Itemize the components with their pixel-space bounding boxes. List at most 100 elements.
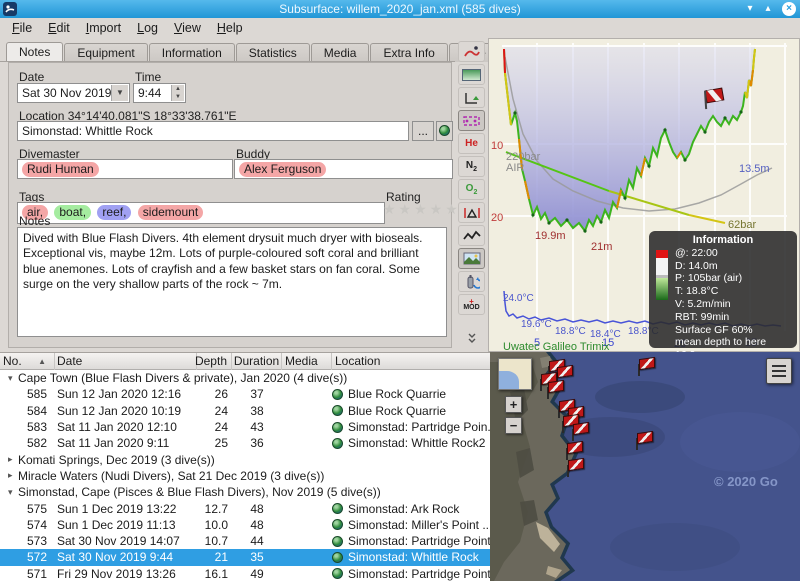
rating-stars[interactable]: ★★★★★ xyxy=(383,201,461,218)
tab-information[interactable]: Information xyxy=(149,43,235,62)
location-text: Simonstad: Partridge Point xyxy=(348,567,490,581)
dc-ceiling-icon[interactable] xyxy=(458,110,485,131)
location-input[interactable]: Simonstad: Whittle Rock xyxy=(17,121,409,141)
location-globe-icon xyxy=(332,405,343,416)
tab-equipment[interactable]: Equipment xyxy=(64,43,147,62)
notes-label: Notes xyxy=(19,214,50,228)
collapse-toolbar-icon[interactable] xyxy=(458,327,485,348)
time-spinbox[interactable]: 9:44 ▲▼ xyxy=(133,83,186,103)
title-bar[interactable]: Subsurface: willem_2020_jan.xml (585 div… xyxy=(0,0,800,18)
dive-row[interactable]: 573Sat 30 Nov 2019 14:0710.744Simonstad:… xyxy=(0,533,490,549)
menu-edit[interactable]: Edit xyxy=(40,19,78,37)
dive-flag-icon[interactable] xyxy=(565,459,585,477)
dive-row[interactable]: 575Sun 1 Dec 2019 13:2212.748Simonstad: … xyxy=(0,500,490,516)
toggle-o2-icon[interactable]: O2 xyxy=(458,179,485,200)
collapse-icon[interactable]: ▾ xyxy=(8,373,18,384)
date-combobox[interactable]: Sat 30 Nov 2019 ▼ xyxy=(17,83,130,103)
information-tooltip[interactable]: Information @: 22:00D: 14.0mP: 105bar (a… xyxy=(649,231,797,348)
toggle-n2-icon[interactable]: N2 xyxy=(458,156,485,177)
tag-chip-boat: boat xyxy=(54,205,91,220)
dive-mode-icon[interactable] xyxy=(458,41,485,62)
dive-flag-icon[interactable] xyxy=(570,423,590,441)
column-no[interactable]: No. ▲ xyxy=(0,353,55,370)
dive-flag-icon[interactable] xyxy=(545,381,565,399)
location-text: Blue Rock Quarrie xyxy=(348,404,446,418)
map-menu-button[interactable] xyxy=(766,358,792,384)
column-duration[interactable]: Duration xyxy=(232,353,282,370)
tags-input[interactable]: air boat reef sidemount xyxy=(17,202,385,224)
spinner-arrows-icon[interactable]: ▲▼ xyxy=(171,85,184,101)
expand-icon[interactable]: ▸ xyxy=(8,470,18,481)
notes-form: Date Sat 30 Nov 2019 ▼ Time 9:44 ▲▼ Loca… xyxy=(8,62,452,348)
dive-row[interactable]: 584Sun 12 Jan 2020 10:192438Blue Rock Qu… xyxy=(0,403,490,419)
sort-ascending-icon: ▲ xyxy=(38,357,46,366)
dive-row[interactable]: 585Sun 12 Jan 2020 12:162637Blue Rock Qu… xyxy=(0,386,490,402)
column-date[interactable]: Date xyxy=(55,353,197,370)
photos-toggle-icon[interactable] xyxy=(458,248,485,269)
tab-statistics[interactable]: Statistics xyxy=(236,43,310,62)
chevron-down-icon[interactable]: ▼ xyxy=(111,85,128,101)
heart-rate-icon[interactable] xyxy=(458,225,485,246)
dive-row[interactable]: 572Sat 30 Nov 2019 9:442135Simonstad: Wh… xyxy=(0,549,490,565)
shading-toggle-icon[interactable] xyxy=(458,64,485,85)
column-media[interactable]: Media xyxy=(282,353,332,370)
column-location[interactable]: Location xyxy=(332,353,490,370)
tab-extra-info[interactable]: Extra Info xyxy=(370,43,447,62)
location-globe-icon xyxy=(332,519,343,530)
dive-flag-icon[interactable] xyxy=(636,358,656,376)
depth-label-2: 21m xyxy=(591,241,612,253)
trip-row[interactable]: ▾Simonstad, Cape (Pisces & Blue Flash Di… xyxy=(0,484,490,500)
menu-help[interactable]: Help xyxy=(209,19,251,37)
dive-row[interactable]: 574Sun 1 Dec 2019 11:1310.048Simonstad: … xyxy=(0,517,490,533)
map-copyright: © 2020 Go xyxy=(714,474,778,489)
dive-row[interactable]: 583Sat 11 Jan 2020 12:102443Simonstad: P… xyxy=(0,419,490,435)
location-more-button[interactable]: ... xyxy=(412,121,434,141)
menu-view[interactable]: View xyxy=(166,19,209,37)
menu-file[interactable]: File xyxy=(4,19,40,37)
tab-notes[interactable]: Notes xyxy=(6,42,63,62)
dive-row[interactable]: 571Fri 29 Nov 2019 13:2616.149Simonstad:… xyxy=(0,566,490,581)
column-depth[interactable]: Depth xyxy=(197,353,232,370)
map-zoom-in-button[interactable]: + xyxy=(505,396,522,413)
notes-textarea[interactable]: Dived with Blue Flash Divers. 4th elemen… xyxy=(17,227,447,337)
tab-media[interactable]: Media xyxy=(311,43,370,62)
ruler-icon[interactable] xyxy=(458,202,485,223)
trip-row[interactable]: ▾Cape Town (Blue Flash Divers & private)… xyxy=(0,370,490,386)
gauge-icon xyxy=(656,250,668,300)
dive-flag-icon[interactable] xyxy=(634,432,654,450)
calc-ceiling-icon[interactable] xyxy=(458,87,485,108)
location-text: Simonstad: Whittle Rock2 xyxy=(348,436,485,450)
map-overview-inset[interactable] xyxy=(498,358,532,390)
location-text: Blue Rock Quarrie xyxy=(348,387,446,401)
tooltip-line: T: 18.8°C xyxy=(675,285,791,298)
buddy-input[interactable]: Alex Ferguson xyxy=(234,159,453,179)
tag-chip-sidemount: sidemount xyxy=(138,205,203,220)
location-globe-button[interactable] xyxy=(436,121,453,141)
dive-site-map[interactable]: + − © 2020 Go xyxy=(490,352,800,581)
dive-list-header[interactable]: No. ▲ Date Depth Duration Media Location xyxy=(0,353,490,370)
divemaster-input[interactable]: Rudi Human xyxy=(17,159,233,179)
trip-row[interactable]: ▸Miracle Waters (Nudi Divers), Sat 21 De… xyxy=(0,468,490,484)
minimize-button[interactable]: ▾ xyxy=(742,1,758,17)
tooltip-line: @: 22:00 xyxy=(675,247,791,260)
location-text: Simonstad: Ark Rock xyxy=(348,502,459,516)
location-globe-icon xyxy=(332,438,343,449)
expand-icon[interactable]: ▸ xyxy=(8,454,18,465)
mod-toggle-icon[interactable]: +MOD xyxy=(458,294,485,315)
toggle-he-icon[interactable]: He xyxy=(458,133,485,154)
location-globe-icon xyxy=(332,568,343,579)
tank-bar-icon[interactable] xyxy=(458,271,485,292)
menu-import[interactable]: Import xyxy=(78,19,129,37)
trip-row[interactable]: ▸Komati Springs, Dec 2019 (3 dive(s)) xyxy=(0,451,490,467)
menu-log[interactable]: Log xyxy=(129,19,166,37)
profile-toolbar: He N2 O2 +MOD xyxy=(455,38,488,352)
collapse-icon[interactable]: ▾ xyxy=(8,487,18,498)
depth-label-1: 19.9m xyxy=(535,230,566,242)
dive-profile-chart[interactable]: 10 20 220bar AIR 62bar 19.9m 21m 13.5m 2… xyxy=(488,38,800,352)
map-zoom-out-button[interactable]: − xyxy=(505,417,522,434)
dive-computer-label: Uwatec Galileo Trimix xyxy=(503,341,610,351)
temp-label-2: 18.8°C xyxy=(555,326,586,337)
maximize-button[interactable]: ▴ xyxy=(760,1,776,17)
close-button[interactable]: × xyxy=(782,2,796,16)
dive-row[interactable]: 582Sat 11 Jan 2020 9:112536Simonstad: Wh… xyxy=(0,435,490,451)
